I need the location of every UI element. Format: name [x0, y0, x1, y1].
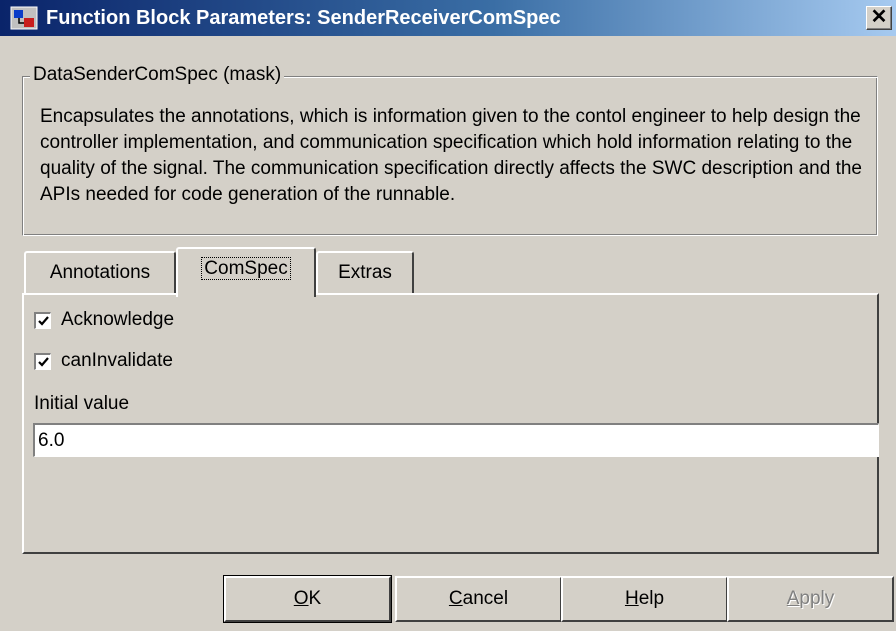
close-icon: ✕	[870, 6, 888, 28]
help-mnemonic: H	[624, 588, 639, 609]
acknowledge-checkbox-row[interactable]: Acknowledge	[34, 309, 174, 331]
cancel-label-rest: ancel	[462, 588, 509, 609]
apply-button: Apply	[727, 576, 894, 622]
apply-label-rest: pply	[799, 588, 835, 609]
tab-comspec-label: ComSpec	[201, 257, 291, 280]
can-invalidate-label: canInvalidate	[61, 350, 173, 371]
help-button[interactable]: Help	[561, 576, 728, 622]
mask-group-title: DataSenderComSpec (mask)	[30, 64, 285, 86]
acknowledge-label: Acknowledge	[61, 309, 175, 330]
title-bar[interactable]: Function Block Parameters: SenderReceive…	[0, 0, 896, 36]
help-label-rest: elp	[638, 588, 665, 609]
tab-extras-label: Extras	[338, 262, 392, 283]
initial-value-input[interactable]	[33, 423, 879, 457]
tab-annotations[interactable]: Annotations	[24, 251, 176, 295]
can-invalidate-checkbox[interactable]	[34, 352, 51, 370]
can-invalidate-checkbox-row[interactable]: canInvalidate	[34, 350, 173, 372]
cancel-button[interactable]: Cancel	[395, 576, 562, 622]
tab-comspec[interactable]: ComSpec	[176, 247, 316, 297]
ok-label-rest: K	[308, 588, 322, 609]
acknowledge-checkbox[interactable]	[34, 311, 51, 329]
apply-mnemonic: A	[786, 588, 800, 609]
ok-button[interactable]: OK	[223, 575, 392, 623]
ok-mnemonic: O	[293, 588, 309, 609]
cancel-mnemonic: C	[448, 588, 463, 609]
initial-value-label: Initial value	[34, 393, 130, 414]
tab-annotations-label: Annotations	[49, 262, 151, 283]
simulink-app-icon	[10, 6, 38, 30]
tab-extras[interactable]: Extras	[316, 251, 414, 295]
close-button[interactable]: ✕	[866, 6, 892, 30]
mask-description: Encapsulates the annotations, which is i…	[40, 106, 863, 205]
checkmark-icon	[38, 356, 49, 367]
checkmark-icon	[38, 315, 49, 326]
window-title: Function Block Parameters: SenderReceive…	[46, 7, 561, 29]
